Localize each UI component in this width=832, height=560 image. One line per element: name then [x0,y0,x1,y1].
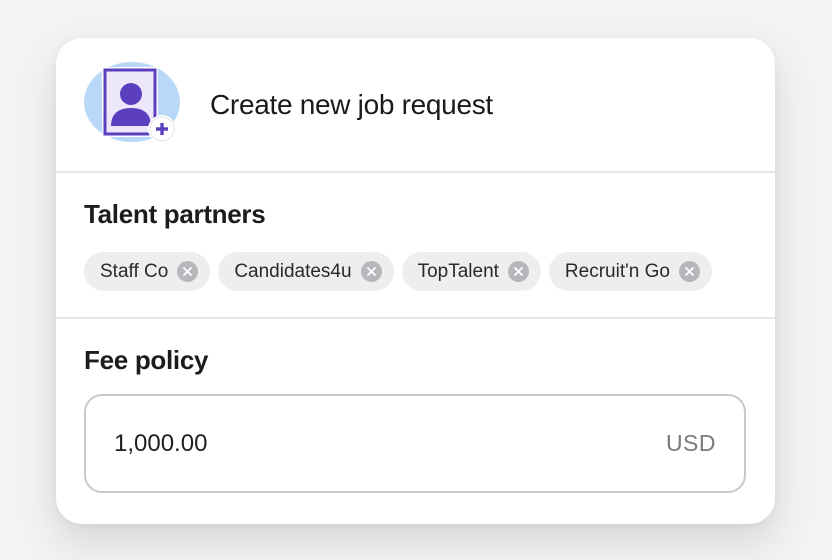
remove-chip-button[interactable] [678,261,700,282]
close-icon [514,267,523,276]
chip-label: Candidates4u [234,260,352,282]
fee-amount-value: 1,000.00 [114,429,208,457]
remove-chip-button[interactable] [507,261,529,282]
talent-partners-section: Talent partners Staff Co Candidates4u To… [56,173,775,319]
talent-partners-heading: Talent partners [84,199,266,229]
partner-chip[interactable]: Candidates4u [218,252,394,291]
partner-chips: Staff Co Candidates4u TopTalent Recruit'… [84,252,747,291]
partner-chip[interactable]: TopTalent [401,252,541,291]
close-icon [366,267,376,276]
fee-amount-field[interactable]: 1,000.00 USD [84,394,746,493]
remove-chip-button[interactable] [177,261,199,282]
chip-label: Recruit'n Go [564,260,670,282]
page-title: Create new job request [210,88,493,120]
chip-label: TopTalent [417,260,499,282]
card-header: Create new job request [56,38,775,173]
partner-chip[interactable]: Recruit'n Go [548,252,712,291]
fee-policy-section: Fee policy 1,000.00 USD [56,319,775,493]
chip-label: Staff Co [100,260,169,282]
close-icon [685,267,694,276]
close-icon [183,267,193,276]
fee-policy-heading: Fee policy [84,345,209,375]
job-request-card: Create new job request Talent partners S… [56,38,775,524]
remove-chip-button[interactable] [360,261,382,282]
partner-chip[interactable]: Staff Co [84,252,211,291]
currency-label: USD [665,430,716,456]
user-add-icon [84,61,182,149]
